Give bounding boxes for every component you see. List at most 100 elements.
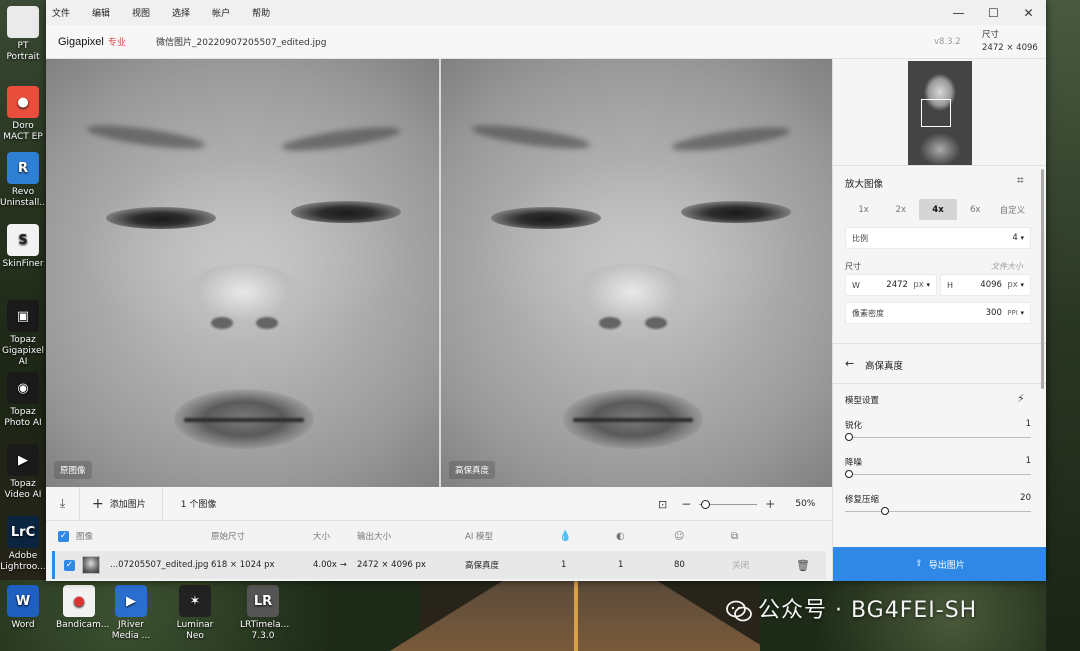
lip-line xyxy=(573,418,693,422)
col-output-size: 输出大小 xyxy=(357,532,392,542)
desktop-icon-label: Word xyxy=(11,620,35,630)
app-icon: S xyxy=(7,224,39,256)
scale-2x[interactable]: 2x xyxy=(882,199,919,220)
minimize-button[interactable]: — xyxy=(941,0,976,25)
table-row[interactable]: ✓ ...07205507_edited.jpg 618 × 1024 px 4… xyxy=(52,551,826,579)
app-icon: W xyxy=(7,585,39,617)
desktop-icon[interactable]: ◉ Topaz Photo AI xyxy=(0,372,46,429)
desktop-icon[interactable]: S SkinFiner xyxy=(0,224,46,270)
desktop-icon-label: Topaz Photo AI xyxy=(4,407,42,428)
scale-custom[interactable]: 自定义 xyxy=(994,199,1031,220)
denoise-row: 降噪 1 xyxy=(845,456,1031,468)
desktop-icon[interactable]: PT Portrait xyxy=(0,6,46,63)
desktop-icon[interactable]: W Word xyxy=(0,585,46,631)
width-field[interactable]: W 2472 px ▾ xyxy=(845,274,937,296)
width-label: W xyxy=(852,280,860,290)
close-button[interactable]: ✕ xyxy=(1011,0,1046,25)
enhanced-label: 高保真度 xyxy=(449,461,496,479)
zoom-slider[interactable] xyxy=(699,499,758,509)
export-icon: ⇪ xyxy=(915,559,923,569)
height-field[interactable]: H 4096 px ▾ xyxy=(940,274,1031,296)
desktop-icon[interactable]: ▶ JRiver Media ... xyxy=(108,585,154,642)
desktop-icon[interactable]: ● Bandicam... xyxy=(56,585,109,631)
export-button[interactable]: ⇪ 导出图片 xyxy=(833,547,1046,581)
denoise-slider[interactable] xyxy=(845,470,1031,478)
zoom-in-icon[interactable]: + xyxy=(765,497,775,511)
maximize-button[interactable]: ☐ xyxy=(976,0,1011,25)
fit-screen-icon[interactable]: ⊡ xyxy=(658,498,667,511)
sharpen-knob[interactable] xyxy=(845,433,853,441)
queue-toolbar: ⤓ + 添加图片 1 个图像 ⊡ − + 50% ⌄ xyxy=(46,486,846,521)
scale-1x[interactable]: 1x xyxy=(845,199,882,220)
enhanced-preview-pane[interactable]: 高保真度 xyxy=(441,59,832,487)
row-value-3: 80 xyxy=(674,560,685,570)
desktop-icon[interactable]: R Revo Uninstall... xyxy=(0,152,48,209)
desktop-icon-label: Revo Uninstall... xyxy=(0,187,48,208)
col-image: 图像 xyxy=(76,532,94,542)
zoom-out-icon[interactable]: − xyxy=(681,497,691,511)
zoom-slider-knob[interactable] xyxy=(701,499,711,509)
desktop-icon-label: Topaz Gigapixel AI xyxy=(1,335,44,367)
original-preview-pane[interactable]: 原图像 xyxy=(46,59,439,487)
desktop-icon[interactable]: ✶ Luminar Neo xyxy=(172,585,218,642)
gigapixel-window: 文件 编辑 视图 选择 帐户 帮助 — ☐ ✕ Gigapixel 专业 微信图片… xyxy=(46,0,1046,581)
ratio-field[interactable]: 比例 4 ▾ xyxy=(845,227,1031,249)
nostril-left xyxy=(599,317,621,329)
menu-edit[interactable]: 编辑 xyxy=(81,6,121,19)
compression-label: 修复压缩 xyxy=(845,495,880,505)
file-name: 微信图片_20220907205507_edited.jpg xyxy=(156,38,327,48)
collapse-queue-icon[interactable]: ⤓ xyxy=(46,486,80,521)
compression-slider[interactable] xyxy=(845,507,1031,515)
trash-icon[interactable]: 🗑 xyxy=(796,551,810,579)
sharpen-slider[interactable] xyxy=(845,433,1031,441)
divider xyxy=(833,343,1046,344)
row-checkbox[interactable]: ✓ xyxy=(64,559,75,571)
app-icon: ● xyxy=(7,86,39,118)
row-thumbnail xyxy=(82,556,100,574)
desktop-icon[interactable]: ▣ Topaz Gigapixel AI xyxy=(0,300,46,368)
menu-select[interactable]: 选择 xyxy=(161,6,201,19)
app-icon: LR xyxy=(247,585,279,617)
app-icon xyxy=(7,6,39,38)
desktop-icon[interactable]: ▶ Topaz Video AI xyxy=(0,444,46,501)
crop-icon[interactable]: ⌗ xyxy=(1017,173,1024,188)
density-value: 300 PPI ▾ xyxy=(985,308,1024,318)
menu-account[interactable]: 帐户 xyxy=(201,6,241,19)
scale-6x[interactable]: 6x xyxy=(957,199,994,220)
recover-icon: ⧉ xyxy=(731,530,739,542)
desktop-icon[interactable]: ● Doro MACT EP xyxy=(0,86,46,143)
title-bar: Gigapixel 专业 微信图片_20220907205507_edited.j… xyxy=(46,25,1046,59)
zoom-value: 50% xyxy=(795,499,816,509)
watermark-text: 公众号 · BG4FEI-SH xyxy=(758,598,978,623)
ratio-label: 比例 xyxy=(852,233,868,243)
eye-left xyxy=(106,207,216,229)
denoise-knob[interactable] xyxy=(845,470,853,478)
app-icon: ✶ xyxy=(179,585,211,617)
sidebar-scrollbar[interactable] xyxy=(1041,169,1044,389)
add-image-button[interactable]: + 添加图片 xyxy=(80,486,163,521)
menu-bar: 文件 编辑 视图 选择 帐户 帮助 — ☐ ✕ xyxy=(46,0,1046,25)
watermark: 公众号 · BG4FEI-SH xyxy=(726,592,977,624)
desktop-icon[interactable]: LR LRTimela... 7.3.0 xyxy=(240,585,289,642)
select-all-checkbox[interactable]: ✓ xyxy=(58,530,69,542)
navigator-viewport[interactable] xyxy=(921,99,951,127)
app-icon: ● xyxy=(63,585,95,617)
noise-icon: ◐ xyxy=(616,530,625,542)
nose xyxy=(567,264,697,334)
desktop-icon[interactable]: LrC Adobe Lightroo... xyxy=(0,516,46,573)
menu-view[interactable]: 视图 xyxy=(121,6,161,19)
row-filename: ...07205507_edited.jpg xyxy=(110,560,209,570)
queue-table-header: ✓ 图像 原始尺寸 大小 输出大小 AI 模型 💧 ◐ ☺ ⧉ xyxy=(46,521,832,551)
menu-help[interactable]: 帮助 xyxy=(241,6,281,19)
pixel-density-field[interactable]: 像素密度 300 PPI ▾ xyxy=(845,302,1031,324)
compression-knob[interactable] xyxy=(880,507,889,515)
size-info-label: 尺寸 xyxy=(982,30,1000,40)
back-arrow-icon[interactable]: ← xyxy=(845,357,854,370)
auto-lightning-icon[interactable]: ⚡ xyxy=(1017,392,1025,405)
menu-file[interactable]: 文件 xyxy=(46,6,81,19)
eye-right xyxy=(291,201,401,223)
settings-sidebar: 放大图像 ⌗ 1x 2x 4x 6x 自定义 比例 4 ▾ 尺寸 文件大小 W … xyxy=(832,59,1046,581)
scale-4x[interactable]: 4x xyxy=(919,199,957,220)
doc-size-link[interactable]: 文件大小 xyxy=(991,261,1023,272)
desktop-icon-label: Doro MACT EP xyxy=(3,121,43,142)
